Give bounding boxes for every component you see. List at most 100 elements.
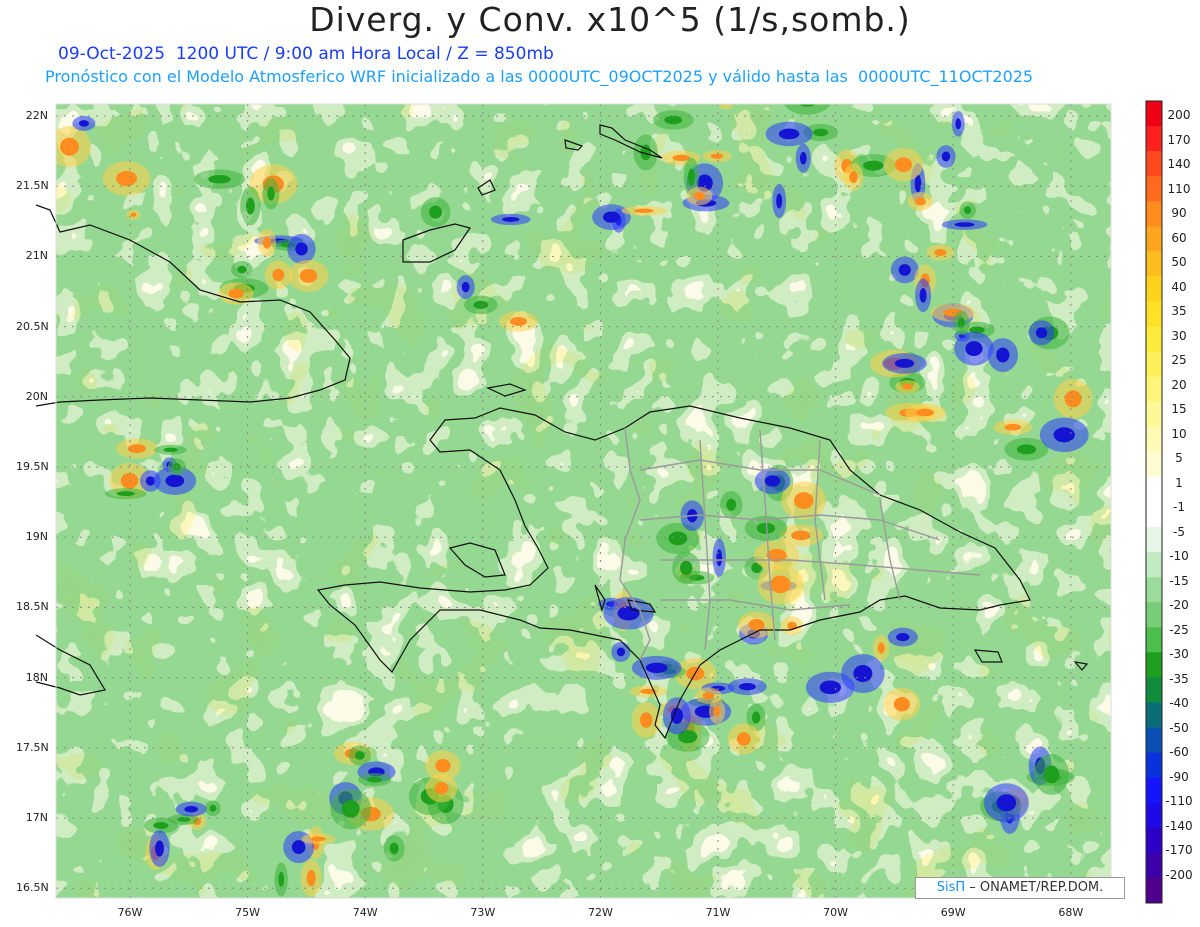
shading-core (853, 664, 873, 683)
shading-core (435, 758, 451, 773)
shading-core (799, 151, 807, 165)
colorbar-label: 30 (1171, 328, 1187, 343)
colorbar-label: 170 (1167, 132, 1191, 147)
shading-core (798, 104, 816, 107)
colorbar-swatch (1146, 126, 1162, 152)
shading-core (863, 160, 884, 171)
shading-core (672, 154, 690, 162)
shading-core (914, 197, 926, 206)
shading-core (367, 776, 382, 783)
colorbar-label: -40 (1169, 696, 1189, 710)
shading-core (791, 530, 811, 541)
lon-label: 69W (940, 906, 966, 919)
shading-core (664, 115, 683, 125)
shading-core (177, 817, 191, 822)
shading-core (687, 168, 695, 186)
colorbar-label: -30 (1169, 647, 1189, 661)
colorbar-swatch (1146, 777, 1162, 804)
colorbar-swatch (1146, 602, 1162, 628)
colorbar-label: 200 (1167, 108, 1191, 122)
shading-core (153, 822, 169, 829)
shading-core (713, 705, 721, 717)
colorbar-label: 25 (1171, 353, 1187, 367)
colorbar-swatch (1146, 176, 1162, 202)
shading-core (894, 157, 912, 172)
colorbar-swatch (1146, 577, 1162, 603)
colorbar-label: -110 (1165, 794, 1193, 808)
shading-cell (718, 104, 735, 110)
shading-core (116, 170, 138, 187)
colorbar-label: -140 (1165, 818, 1193, 833)
shading-core (702, 692, 715, 700)
shading-core (996, 794, 1017, 812)
lat-label: 17.5N (16, 740, 49, 754)
shading-core (237, 265, 247, 274)
shading-core (272, 268, 285, 282)
shading-core (354, 751, 365, 760)
colorbar-label: -25 (1169, 622, 1189, 637)
shading-core (295, 242, 308, 256)
shading-core (645, 662, 668, 674)
shading-core (116, 491, 135, 497)
colorbar (1145, 100, 1163, 904)
shading-core (163, 447, 178, 452)
shading-core (748, 618, 765, 631)
lat-label: 21N (25, 249, 48, 263)
shading-core (509, 316, 527, 326)
shading-core (778, 128, 800, 140)
shading-core (155, 840, 164, 857)
shading-core (130, 212, 137, 217)
colorbar-swatch (1146, 226, 1162, 252)
lat-label: 18.5N (16, 600, 49, 614)
colorbar-swatch (1146, 727, 1162, 754)
shading-core (916, 408, 935, 417)
lon-label: 68W (1058, 906, 1084, 919)
shading-core (893, 697, 911, 712)
shading-core (764, 475, 781, 487)
shading-core (209, 804, 217, 812)
shading-core (919, 287, 927, 303)
shading-core (341, 800, 360, 818)
shading-core (894, 358, 915, 368)
shading-core (1035, 327, 1048, 339)
shading-core (751, 711, 761, 724)
shading-core (793, 492, 814, 509)
colorbar-label: 15 (1171, 402, 1187, 416)
colorbar-swatch (1146, 527, 1162, 553)
colorbar-swatch (1146, 627, 1162, 653)
shading-core (184, 805, 198, 813)
lat-label: 20N (25, 389, 48, 403)
colorbar-label: -10 (1169, 549, 1189, 563)
colorbar-swatch (1146, 401, 1162, 428)
colorbar-swatch (1146, 351, 1162, 378)
shading-core (819, 680, 842, 695)
shading-core (299, 268, 318, 283)
shading-core (996, 347, 1010, 363)
colorbar-label: 110 (1167, 181, 1191, 196)
colorbar-swatch (1146, 502, 1162, 528)
shading-core (603, 211, 620, 223)
shading-core (461, 281, 470, 293)
colorbar-label: 1 (1175, 475, 1183, 490)
shading-core (877, 642, 885, 654)
shading-core (1064, 390, 1082, 408)
colorbar-swatch (1146, 827, 1162, 854)
colorbar-swatch (1146, 852, 1162, 879)
shading-core (896, 632, 910, 642)
colorbar-swatch (1146, 451, 1162, 478)
colorbar-label: -90 (1169, 769, 1189, 784)
lat-label: 20.5N (16, 319, 49, 333)
shading-core (306, 869, 316, 887)
colorbar-swatch (1146, 426, 1162, 453)
shading-core (955, 118, 962, 130)
colorbar-swatch (1146, 652, 1162, 678)
shading-core (389, 842, 399, 855)
shading-core (1004, 423, 1022, 431)
lon-label: 71W (705, 906, 731, 919)
colorbar-label: -5 (1173, 524, 1185, 539)
shading-core (902, 383, 913, 390)
colorbar-label: -200 (1165, 867, 1193, 882)
shading-core (898, 264, 911, 276)
shading-core (434, 782, 449, 795)
shading-core (693, 191, 706, 201)
